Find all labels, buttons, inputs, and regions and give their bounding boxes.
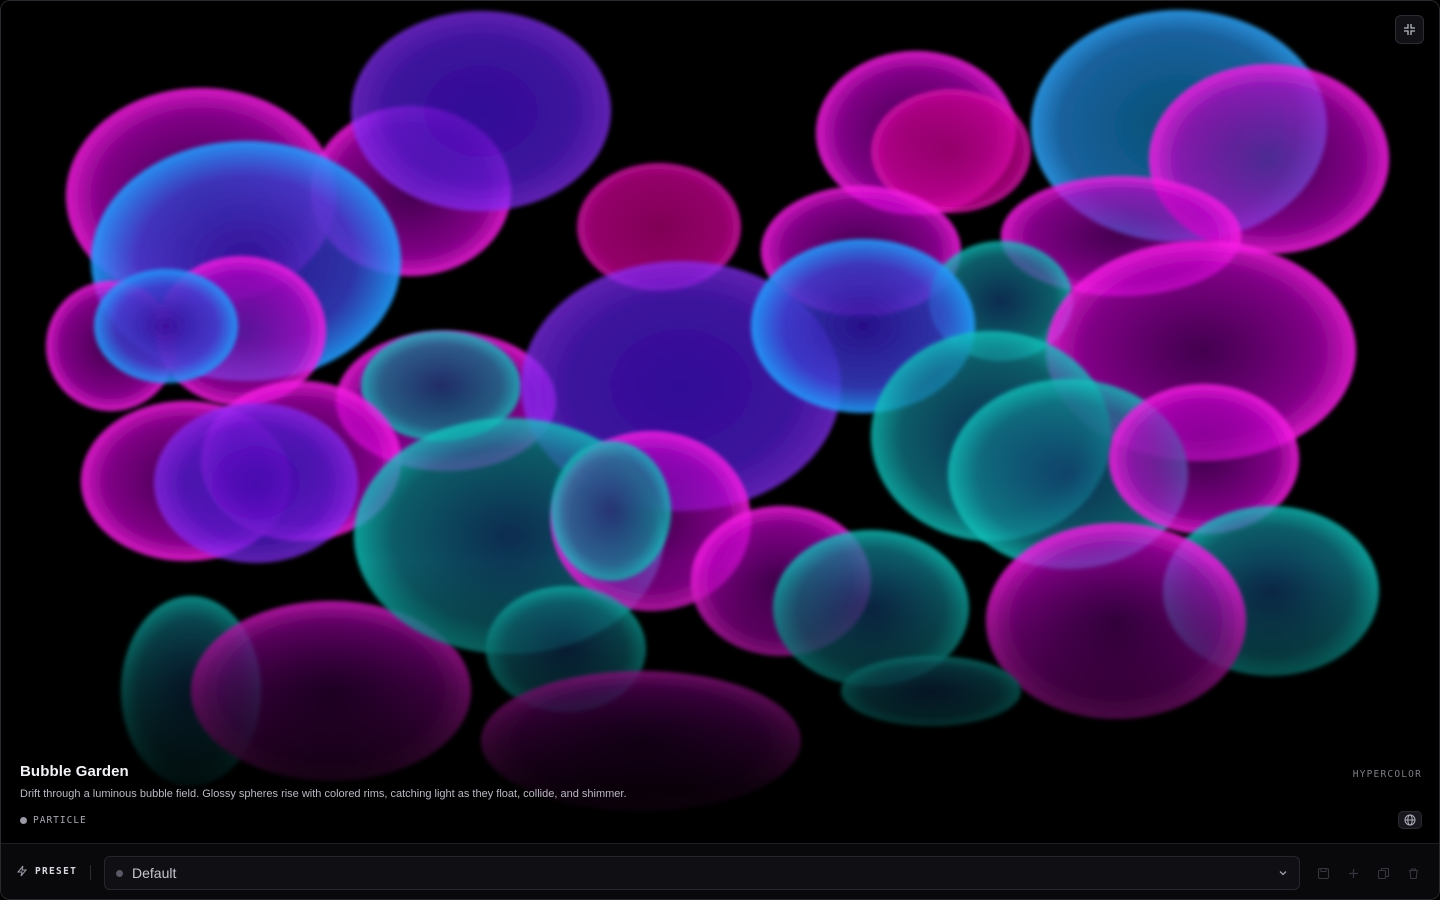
category-label: PARTICLE: [33, 815, 87, 826]
app-frame: Bubble Garden Drift through a luminous b…: [0, 0, 1440, 900]
duplicate-preset-button[interactable]: [1375, 865, 1391, 881]
bubble: [986, 523, 1246, 719]
lightning-icon: [16, 865, 28, 877]
copy-icon: [1377, 867, 1389, 879]
scene-title: Bubble Garden: [20, 763, 129, 780]
preset-label-text: PRESET: [35, 865, 78, 877]
trash-icon: [1408, 867, 1418, 879]
delete-preset-button[interactable]: [1405, 865, 1421, 881]
divider: [90, 865, 91, 880]
scene-info: Bubble Garden Drift through a luminous b…: [20, 763, 1422, 829]
bubble-field: [46, 10, 1389, 811]
add-preset-button[interactable]: [1345, 865, 1361, 881]
preset-select[interactable]: Default: [104, 856, 1300, 890]
preset-bar: PRESET Default: [1, 843, 1439, 899]
preset-value: Default: [132, 865, 177, 881]
bubble: [94, 269, 238, 383]
preset-tools: [1315, 865, 1421, 881]
exit-fullscreen-button[interactable]: [1395, 15, 1424, 44]
brand-label: HYPERCOLOR: [1352, 769, 1422, 780]
chevron-down-icon: [1279, 871, 1287, 876]
globe-icon: [1404, 814, 1416, 826]
bubble: [551, 441, 671, 581]
collapse-icon: [1404, 24, 1415, 35]
plus-icon: [1348, 868, 1358, 878]
save-preset-button[interactable]: [1315, 865, 1331, 881]
preset-dot: [116, 870, 123, 877]
scene-description: Drift through a luminous bubble field. G…: [20, 788, 627, 800]
preset-label: PRESET: [16, 865, 77, 877]
bubble-canvas[interactable]: [1, 1, 1439, 843]
bubble: [154, 403, 358, 563]
globe-button[interactable]: [1398, 811, 1422, 829]
save-icon: [1317, 867, 1329, 879]
bubble: [841, 656, 1021, 726]
category-tag: PARTICLE: [20, 815, 87, 826]
category-dot: [20, 817, 27, 824]
bubble: [351, 11, 611, 211]
